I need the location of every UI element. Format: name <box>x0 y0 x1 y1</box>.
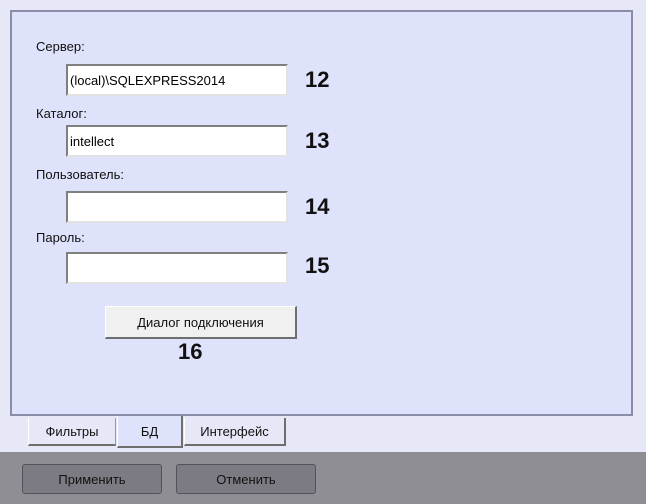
password-label: Пароль: <box>36 230 85 245</box>
settings-window: Сервер: 12 Каталог: 13 Пользователь: 14 … <box>0 0 646 504</box>
tab-db[interactable]: БД <box>117 416 183 448</box>
user-input[interactable] <box>66 191 288 223</box>
password-input[interactable] <box>66 252 288 284</box>
tab-filters[interactable]: Фильтры <box>28 418 116 446</box>
marker-15: 15 <box>305 253 330 278</box>
apply-button[interactable]: Применить <box>22 464 162 494</box>
catalog-input[interactable] <box>66 125 288 157</box>
marker-16: 16 <box>178 339 203 364</box>
connection-dialog-button[interactable]: Диалог подключения <box>105 306 297 339</box>
cancel-button[interactable]: Отменить <box>176 464 316 494</box>
marker-12: 12 <box>305 67 330 92</box>
server-label: Сервер: <box>36 39 85 54</box>
tab-interface[interactable]: Интерфейс <box>184 418 286 446</box>
server-input[interactable] <box>66 64 288 96</box>
marker-14: 14 <box>305 194 330 219</box>
user-label: Пользователь: <box>36 167 124 182</box>
catalog-label: Каталог: <box>36 106 87 121</box>
marker-13: 13 <box>305 128 330 153</box>
